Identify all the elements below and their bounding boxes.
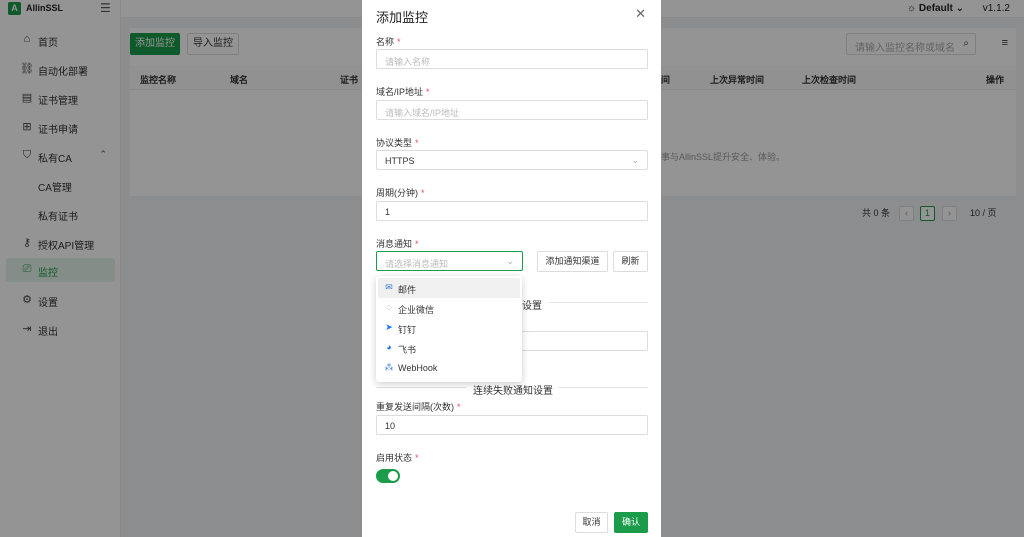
repeat-value: 10 (385, 421, 396, 431)
notify-label-text: 消息通知 (376, 239, 413, 249)
protocol-label: 协议类型 * (376, 138, 419, 148)
divider (558, 387, 648, 388)
enable-label-text: 启用状态 (376, 453, 413, 463)
chevron-down-icon: ⌄ (631, 155, 639, 165)
confirm-button[interactable]: 确认 (614, 512, 648, 533)
feishu-icon: ◕ (386, 342, 392, 352)
option-wecom[interactable]: ◌ 企业微信 (378, 298, 520, 318)
toggle-knob (388, 471, 398, 481)
option-label: 邮件 (398, 285, 417, 295)
domain-placeholder: 请输入域名/IP地址 (385, 108, 460, 118)
mail-icon: ✉ (385, 282, 393, 292)
protocol-select[interactable]: HTTPS ⌄ (376, 150, 648, 170)
period-label-text: 周期(分钟) (376, 188, 418, 198)
protocol-value: HTTPS (385, 156, 415, 166)
repeat-label: 重复发送间隔(次数) * (376, 402, 461, 412)
chevron-down-icon: ⌄ (506, 256, 514, 266)
option-label: 飞书 (398, 345, 417, 355)
webhook-icon: ⁂ (384, 362, 394, 372)
dingtalk-icon: ➤ (385, 322, 393, 332)
option-label: 钉钉 (398, 325, 417, 335)
option-label: 企业微信 (398, 305, 435, 315)
notify-dropdown: ✉ 邮件 ◌ 企业微信 ➤ 钉钉 ◕ 飞书 ⁂ WebHook (376, 276, 522, 382)
period-label: 周期(分钟) * (376, 188, 425, 198)
domain-label-text: 域名/IP地址 (376, 87, 424, 97)
enable-toggle[interactable] (376, 469, 400, 483)
domain-label: 域名/IP地址 * (376, 87, 430, 97)
add-monitor-drawer: 添加监控 ✕ 名称 * 请输入名称 域名/IP地址 * 请输入域名/IP地址 协议类… (362, 0, 661, 537)
section-title: 设置 (522, 301, 542, 312)
name-placeholder: 请输入名称 (385, 57, 431, 67)
cancel-button[interactable]: 取消 (575, 512, 608, 533)
notify-select[interactable]: 请选择消息通知 ⌄ (376, 251, 523, 271)
notify-placeholder: 请选择消息通知 (385, 259, 449, 269)
protocol-label-text: 协议类型 (376, 138, 413, 148)
name-label: 名称 * (376, 37, 401, 47)
divider (549, 302, 648, 303)
failure-notify-section-title: 连续失败通知设置 (473, 386, 553, 397)
name-input[interactable]: 请输入名称 (376, 49, 648, 69)
option-dingtalk[interactable]: ➤ 钉钉 (378, 318, 520, 338)
drawer-title: 添加监控 (376, 10, 429, 25)
name-label-text: 名称 (376, 37, 395, 47)
period-input[interactable]: 1 (376, 201, 648, 221)
wecom-icon: ◌ (386, 302, 392, 312)
option-label: WebHook (398, 363, 438, 373)
add-channel-button[interactable]: 添加通知渠道 (537, 251, 608, 272)
repeat-input[interactable]: 10 (376, 415, 648, 435)
option-email[interactable]: ✉ 邮件 (378, 278, 520, 298)
refresh-button[interactable]: 刷新 (613, 251, 648, 272)
divider (376, 387, 466, 388)
period-value: 1 (385, 207, 391, 217)
notify-label: 消息通知 * (376, 239, 419, 249)
repeat-label-text: 重复发送间隔(次数) (376, 402, 454, 412)
domain-input[interactable]: 请输入域名/IP地址 (376, 100, 648, 120)
enable-label: 启用状态 * (376, 453, 419, 463)
close-icon[interactable]: ✕ (635, 6, 646, 22)
option-feishu[interactable]: ◕ 飞书 (378, 338, 520, 358)
option-webhook[interactable]: ⁂ WebHook (378, 358, 520, 378)
